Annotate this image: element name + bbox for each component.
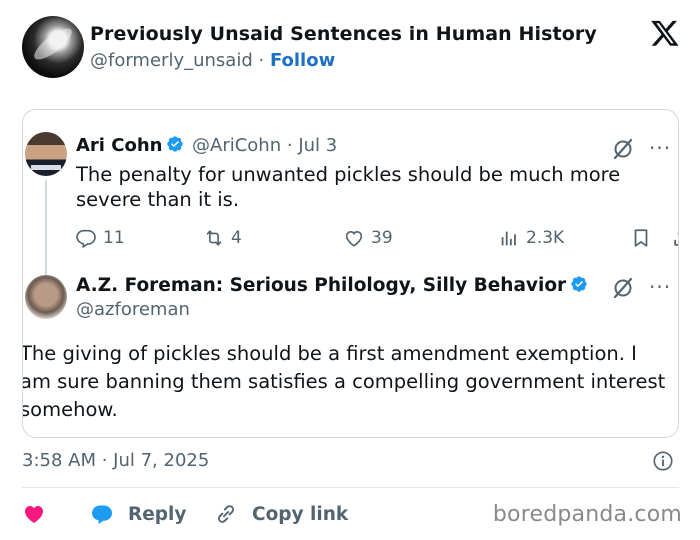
tweet1-author[interactable]: Ari Cohn bbox=[76, 135, 184, 156]
info-icon[interactable] bbox=[652, 450, 674, 472]
tweet2-handle[interactable]: @azforeman bbox=[76, 299, 190, 320]
follow-button[interactable]: Follow bbox=[270, 50, 335, 71]
grok-icon[interactable] bbox=[611, 276, 635, 300]
tweet1-handle[interactable]: @AriCohn bbox=[192, 135, 281, 156]
tweet2-author[interactable]: A.Z. Foreman: Serious Philology, Silly B… bbox=[76, 275, 588, 296]
divider bbox=[22, 487, 679, 488]
copy-link-label: Copy link bbox=[252, 503, 349, 525]
link-icon bbox=[218, 505, 234, 523]
quoted-thread-card[interactable]: Ari Cohn @AriCohn · Jul 3 ··· The penalt… bbox=[22, 109, 679, 438]
retweet-action[interactable]: 4 bbox=[203, 224, 242, 252]
grok-icon[interactable] bbox=[611, 137, 635, 161]
views-icon bbox=[501, 231, 516, 246]
copy-link-button[interactable]: Copy link bbox=[214, 500, 348, 528]
share-icon bbox=[674, 232, 678, 246]
retweet-count: 4 bbox=[231, 228, 242, 248]
reply-button[interactable]: Reply bbox=[90, 500, 186, 528]
reply-action[interactable]: 11 bbox=[75, 224, 125, 252]
tweet1-actions: 11 4 39 2.3K bbox=[75, 224, 678, 252]
tweet1-date[interactable]: Jul 3 bbox=[298, 135, 337, 156]
x-logo-icon[interactable] bbox=[650, 18, 680, 48]
verified-badge-icon bbox=[167, 136, 184, 152]
bookmark-action[interactable] bbox=[630, 224, 652, 252]
tweet1-meta: @AriCohn · Jul 3 bbox=[192, 135, 337, 156]
thread-connector bbox=[45, 180, 47, 288]
account-handle[interactable]: @formerly_unsaid bbox=[90, 50, 253, 71]
like-icon bbox=[345, 230, 363, 247]
tweet1-text: The penalty for unwanted pickles should … bbox=[76, 163, 621, 211]
bottom-action-bar: Reply Copy link boredpanda.com bbox=[22, 500, 692, 530]
embed-header: Previously Unsaid Sentences in Human His… bbox=[22, 16, 682, 78]
meta-dot: · bbox=[286, 135, 293, 156]
bookmark-icon bbox=[634, 229, 648, 247]
verified-badge-icon bbox=[571, 276, 587, 292]
like-action[interactable]: 39 bbox=[343, 224, 393, 252]
avatar-az-foreman[interactable] bbox=[25, 275, 67, 319]
views-count: 2.3K bbox=[526, 228, 565, 248]
like-button[interactable] bbox=[22, 500, 46, 528]
more-icon[interactable]: ··· bbox=[649, 138, 671, 158]
more-icon[interactable]: ··· bbox=[649, 277, 671, 297]
views-action[interactable]: 2.3K bbox=[498, 224, 564, 252]
reply-bubble-icon bbox=[92, 505, 112, 524]
separator-dot: · bbox=[258, 50, 265, 71]
avatar-ari-cohn[interactable] bbox=[25, 132, 67, 176]
share-action[interactable] bbox=[671, 224, 678, 252]
account-handle-line: @formerly_unsaid · Follow bbox=[90, 50, 335, 71]
tweet2-text: The giving of pickles should be a first … bbox=[22, 342, 666, 421]
like-count: 39 bbox=[371, 228, 393, 248]
source-watermark: boredpanda.com bbox=[492, 502, 682, 527]
reply-count: 11 bbox=[103, 228, 125, 248]
reply-button-label: Reply bbox=[128, 503, 187, 525]
tweet1-author-name[interactable]: Ari Cohn bbox=[76, 135, 162, 156]
heart-icon bbox=[25, 506, 43, 523]
tweet2-author-name[interactable]: A.Z. Foreman: Serious Philology, Silly B… bbox=[76, 275, 566, 296]
retweet-icon bbox=[206, 230, 222, 246]
account-name[interactable]: Previously Unsaid Sentences in Human His… bbox=[90, 23, 597, 45]
reply-icon bbox=[76, 229, 96, 249]
post-timestamp[interactable]: 3:58 AM · Jul 7, 2025 bbox=[22, 450, 209, 471]
avatar[interactable] bbox=[22, 16, 84, 78]
